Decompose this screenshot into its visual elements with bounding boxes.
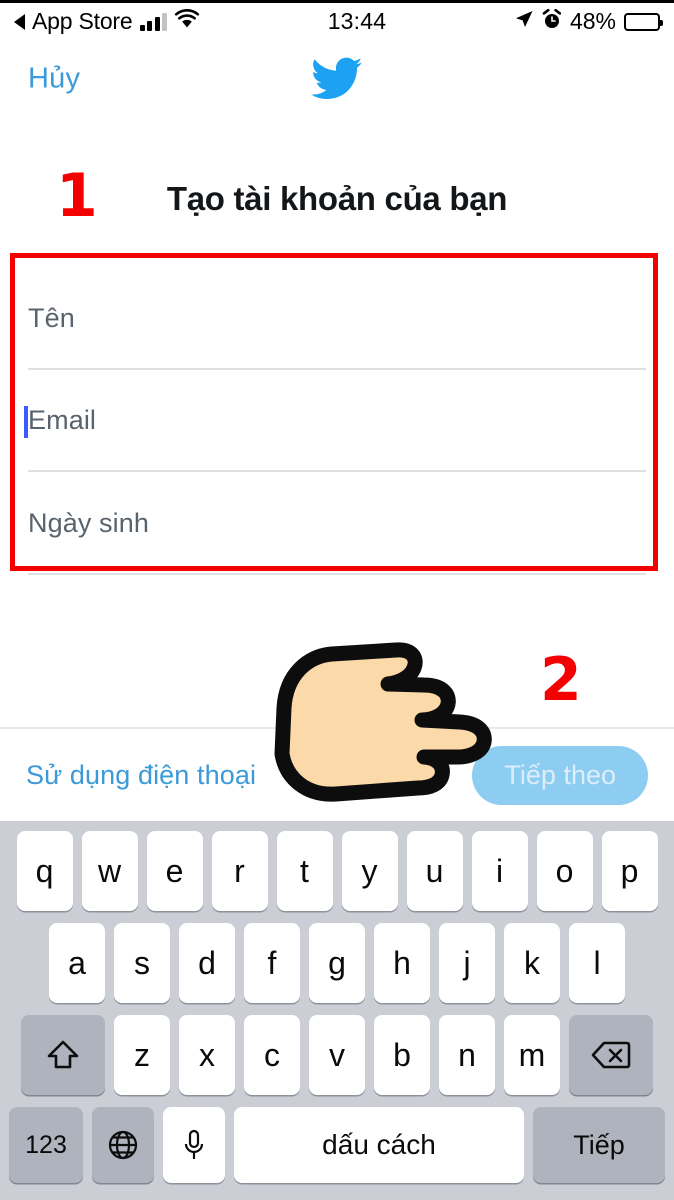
location-arrow-icon (514, 9, 534, 34)
key-n[interactable]: n (439, 1015, 495, 1095)
key-x[interactable]: x (179, 1015, 235, 1095)
alarm-clock-icon (542, 8, 562, 35)
keyboard-row-2: asdfghjkl (3, 923, 671, 1003)
key-g[interactable]: g (309, 923, 365, 1003)
page-title: Tạo tài khoản của bạn (166, 180, 508, 217)
key-o[interactable]: o (536, 831, 593, 911)
birthdate-field[interactable]: Ngày sinh (28, 475, 646, 575)
key-y[interactable]: y (341, 831, 398, 911)
key-p[interactable]: p (601, 831, 658, 911)
wifi-icon (174, 9, 200, 34)
nav-bar: Hủy (0, 40, 674, 118)
email-field-underline (28, 470, 646, 472)
key-t[interactable]: t (276, 831, 333, 911)
key-s[interactable]: s (114, 923, 170, 1003)
email-field-placeholder: Email (28, 405, 97, 435)
backspace-delete-icon[interactable] (569, 1015, 653, 1095)
key-r[interactable]: r (211, 831, 268, 911)
cancel-button[interactable]: Hủy (28, 63, 80, 96)
numbers-key[interactable]: 123 (9, 1107, 83, 1183)
name-field-placeholder: Tên (28, 303, 75, 333)
birthdate-field-underline (28, 573, 646, 575)
name-field[interactable]: Tên (28, 270, 646, 370)
key-w[interactable]: w (81, 831, 138, 911)
key-c[interactable]: c (244, 1015, 300, 1095)
key-m[interactable]: m (504, 1015, 560, 1095)
key-d[interactable]: d (179, 923, 235, 1003)
use-phone-link[interactable]: Sử dụng điện thoại (26, 760, 256, 791)
status-bar-left: App Store (14, 8, 200, 35)
shift-up-arrow-icon[interactable] (21, 1015, 105, 1095)
key-i[interactable]: i (471, 831, 528, 911)
annotation-step-2: 2 (540, 645, 582, 715)
key-f[interactable]: f (244, 923, 300, 1003)
annotation-step-1: 1 (56, 161, 98, 231)
space-key[interactable]: dấu cách (234, 1107, 524, 1183)
cellular-signal-icon (139, 12, 167, 31)
key-l[interactable]: l (569, 923, 625, 1003)
key-k[interactable]: k (504, 923, 560, 1003)
back-triangle-icon[interactable] (14, 13, 25, 30)
globe-language-icon[interactable] (92, 1107, 154, 1183)
key-e[interactable]: e (146, 831, 203, 911)
key-u[interactable]: u (406, 831, 463, 911)
keyboard-row-3-letters: zxcvbnm (114, 1015, 560, 1095)
status-bar-right: 48% (514, 8, 663, 35)
back-app-label[interactable]: App Store (32, 8, 133, 35)
pointing-hand-right-icon (246, 636, 506, 818)
battery-percent-label: 48% (569, 8, 616, 34)
on-screen-keyboard[interactable]: qwertyuiop asdfghjkl zxcvbnm 123 dấu các… (0, 821, 674, 1200)
key-z[interactable]: z (114, 1015, 170, 1095)
key-a[interactable]: a (49, 923, 105, 1003)
phone-screen: App Store 13:44 48% Hủy Tạo tài khoản củ… (0, 0, 674, 1200)
twitter-bird-icon (311, 57, 363, 101)
name-field-underline (28, 368, 646, 370)
birthdate-field-placeholder: Ngày sinh (28, 508, 149, 538)
keyboard-row-3: zxcvbnm (3, 1015, 671, 1095)
key-h[interactable]: h (374, 923, 430, 1003)
microphone-icon[interactable] (163, 1107, 225, 1183)
key-b[interactable]: b (374, 1015, 430, 1095)
status-bar-center: 13:44 (200, 8, 514, 35)
keyboard-row-4: 123 dấu cách Tiếp (3, 1107, 671, 1183)
keyboard-row-1: qwertyuiop (3, 831, 671, 911)
email-field[interactable]: Email (24, 372, 646, 472)
title-row: Tạo tài khoản của bạn (0, 168, 674, 230)
battery-icon (624, 12, 663, 31)
return-key[interactable]: Tiếp (533, 1107, 665, 1183)
status-bar: App Store 13:44 48% (0, 0, 674, 40)
key-j[interactable]: j (439, 923, 495, 1003)
key-v[interactable]: v (309, 1015, 365, 1095)
clock-time: 13:44 (327, 8, 387, 34)
key-q[interactable]: q (16, 831, 73, 911)
